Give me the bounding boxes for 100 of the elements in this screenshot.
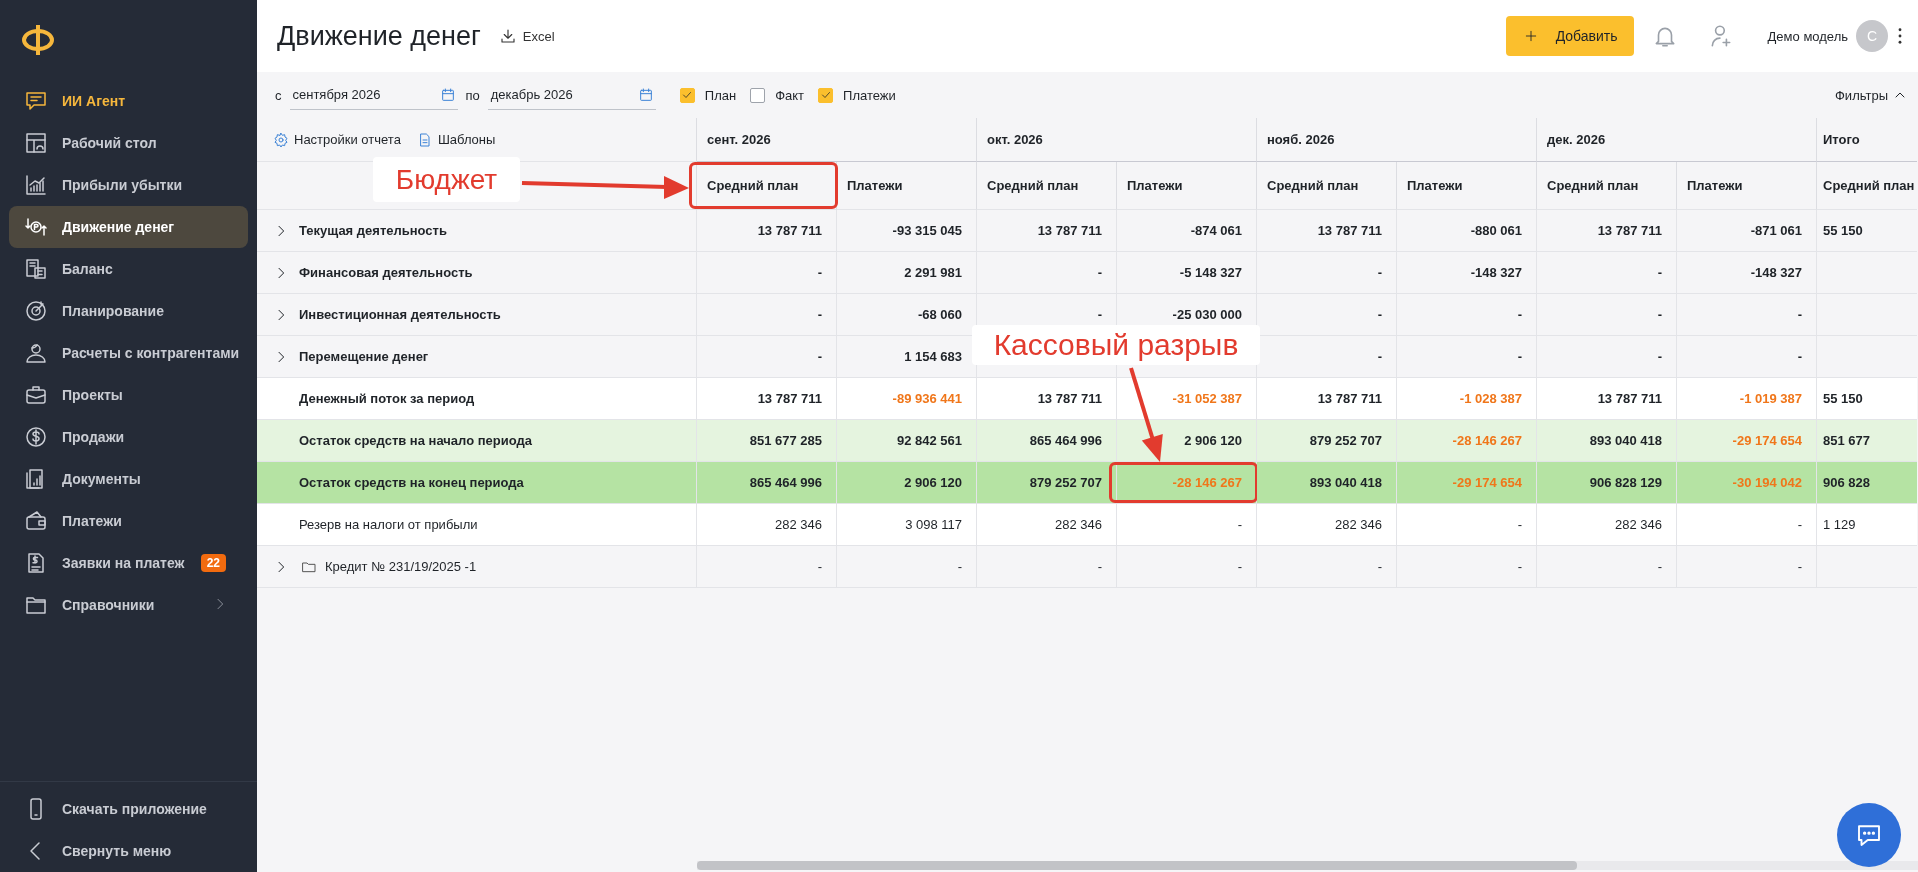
row-label: Остаток средств на начало периода xyxy=(299,433,532,448)
checkbox-label: Платежи xyxy=(843,87,896,103)
table-cell: 865 464 996 xyxy=(1029,433,1102,448)
table-cell: - xyxy=(1797,349,1802,364)
filters-button[interactable]: Фильтры xyxy=(1835,87,1908,103)
callout-label: Бюджет xyxy=(373,157,520,202)
date-field[interactable]: декабрь 2026 xyxy=(487,80,656,110)
check-icon xyxy=(819,89,832,101)
sidebar-item[interactable]: Скачать приложение xyxy=(9,788,248,830)
table-cell: 3 098 117 xyxy=(905,517,962,532)
table-cell: 893 040 418 xyxy=(1589,433,1662,448)
dollar-icon xyxy=(24,425,48,449)
table-cell: -28 146 267 xyxy=(1452,433,1522,448)
sidebar-item[interactable]: Расчеты с контрагентами xyxy=(9,332,248,374)
report-link[interactable]: Шаблоны xyxy=(416,131,496,148)
count-badge: 22 xyxy=(200,554,226,572)
kebab-icon xyxy=(1898,28,1902,44)
table-cell: -31 052 387 xyxy=(1172,391,1242,406)
table-cell: - xyxy=(1097,307,1102,322)
sidebar-item[interactable]: Платежи xyxy=(9,500,248,542)
row-label: Кредит № 231/19/2025 -1 xyxy=(325,559,477,574)
sidebar-item[interactable]: Проекты xyxy=(9,374,248,416)
sidebar-item[interactable]: Заявки на платеж 22 xyxy=(9,542,248,584)
plus-icon xyxy=(1523,29,1538,43)
export-button[interactable]: Excel xyxy=(498,27,555,45)
checkbox-label: Факт xyxy=(775,87,805,103)
sidebar-item[interactable]: Документы xyxy=(9,458,248,500)
table-cell: - xyxy=(957,559,962,574)
table-cell: 13 787 711 xyxy=(1597,223,1662,238)
table-cell: - xyxy=(1097,559,1102,574)
table-cell: -29 174 654 xyxy=(1452,475,1522,490)
wallet-icon xyxy=(24,509,48,533)
table-cell: 92 842 561 xyxy=(896,433,962,448)
report-link[interactable]: Настройки отчета xyxy=(273,131,401,148)
checkbox[interactable] xyxy=(679,87,695,103)
page-title: Движение денег xyxy=(277,20,481,52)
table-cell: 13 787 711 xyxy=(1597,391,1662,406)
settings-icon xyxy=(273,131,289,148)
checkbox[interactable] xyxy=(750,87,766,103)
table-cell: 282 346 xyxy=(775,517,822,532)
date-field[interactable]: сентября 2026 xyxy=(289,80,458,110)
table-cell: 55 150 xyxy=(1823,391,1863,406)
table-cell: 1 129 xyxy=(1823,517,1856,532)
table-cell: - xyxy=(1797,307,1802,322)
table-cell: - xyxy=(1517,517,1522,532)
table-cell: 851 677 285 xyxy=(749,433,822,448)
column-group-header: окт. 2026 xyxy=(987,132,1043,147)
table-cell: -874 061 xyxy=(1190,223,1242,238)
sidebar-item[interactable]: Рабочий стол xyxy=(9,122,248,164)
scrollbar[interactable] xyxy=(697,860,1577,870)
table-cell: - xyxy=(1237,517,1242,532)
calendar-icon xyxy=(439,86,456,103)
checkbox[interactable] xyxy=(818,87,834,103)
table-cell: 893 040 418 xyxy=(1309,475,1382,490)
table-cell: 282 346 xyxy=(1615,517,1662,532)
table-cell: -89 936 441 xyxy=(892,391,962,406)
row-label: Финансовая деятельность xyxy=(299,265,473,280)
target-icon xyxy=(24,299,48,323)
table-cell: 13 787 711 xyxy=(757,391,822,406)
column-group-header: сент. 2026 xyxy=(707,132,771,147)
chat-icon xyxy=(24,89,48,113)
table-cell: 13 787 711 xyxy=(1317,223,1382,238)
row-label: Инвестиционная деятельность xyxy=(299,307,501,322)
calculator-icon xyxy=(24,257,48,281)
check-icon xyxy=(681,89,694,101)
table-cell: 13 787 711 xyxy=(1317,391,1382,406)
sidebar-item[interactable]: Движение денег xyxy=(9,206,248,248)
user-name[interactable]: Демо модель xyxy=(1767,28,1848,44)
date-label: с xyxy=(275,87,282,103)
table-cell: - xyxy=(1377,265,1382,280)
table-cell: 1 154 683 xyxy=(904,349,962,364)
table-cell: - xyxy=(817,559,822,574)
exchange-icon xyxy=(24,215,48,239)
sidebar-item[interactable]: Справочники xyxy=(9,584,248,626)
sidebar-item[interactable]: Продажи xyxy=(9,416,248,458)
column-header: Платежи xyxy=(847,178,903,193)
checkbox-label: План xyxy=(704,87,737,103)
row-label: Текущая деятельность xyxy=(299,223,447,238)
people-icon xyxy=(24,341,48,365)
add-button[interactable]: Добавить xyxy=(1505,16,1634,56)
sidebar-item[interactable]: Прибыли убытки xyxy=(9,164,248,206)
row-label: Перемещение денег xyxy=(299,349,429,364)
table-cell: - xyxy=(1517,559,1522,574)
column-header: Средний план xyxy=(1547,178,1639,193)
sidebar-item[interactable]: Баланс xyxy=(9,248,248,290)
more-button[interactable] xyxy=(1898,28,1902,44)
table-cell: 2 291 981 xyxy=(904,265,962,280)
sidebar-item[interactable]: Планирование xyxy=(9,290,248,332)
table-cell: 2 906 120 xyxy=(904,475,962,490)
column-header: Платежи xyxy=(1687,178,1743,193)
date-label: по xyxy=(465,87,480,103)
table-cell: -5 148 327 xyxy=(1179,265,1242,280)
table-cell: -148 327 xyxy=(1750,265,1802,280)
column-group-header: дек. 2026 xyxy=(1547,132,1606,147)
sidebar-item[interactable]: ИИ Агент xyxy=(9,80,248,122)
table-cell: 282 346 xyxy=(1055,517,1102,532)
table-cell: 55 150 xyxy=(1823,223,1863,238)
table-cell: - xyxy=(1237,559,1242,574)
sidebar-item[interactable]: Свернуть меню xyxy=(9,830,248,872)
table-cell: 865 464 996 xyxy=(749,475,822,490)
